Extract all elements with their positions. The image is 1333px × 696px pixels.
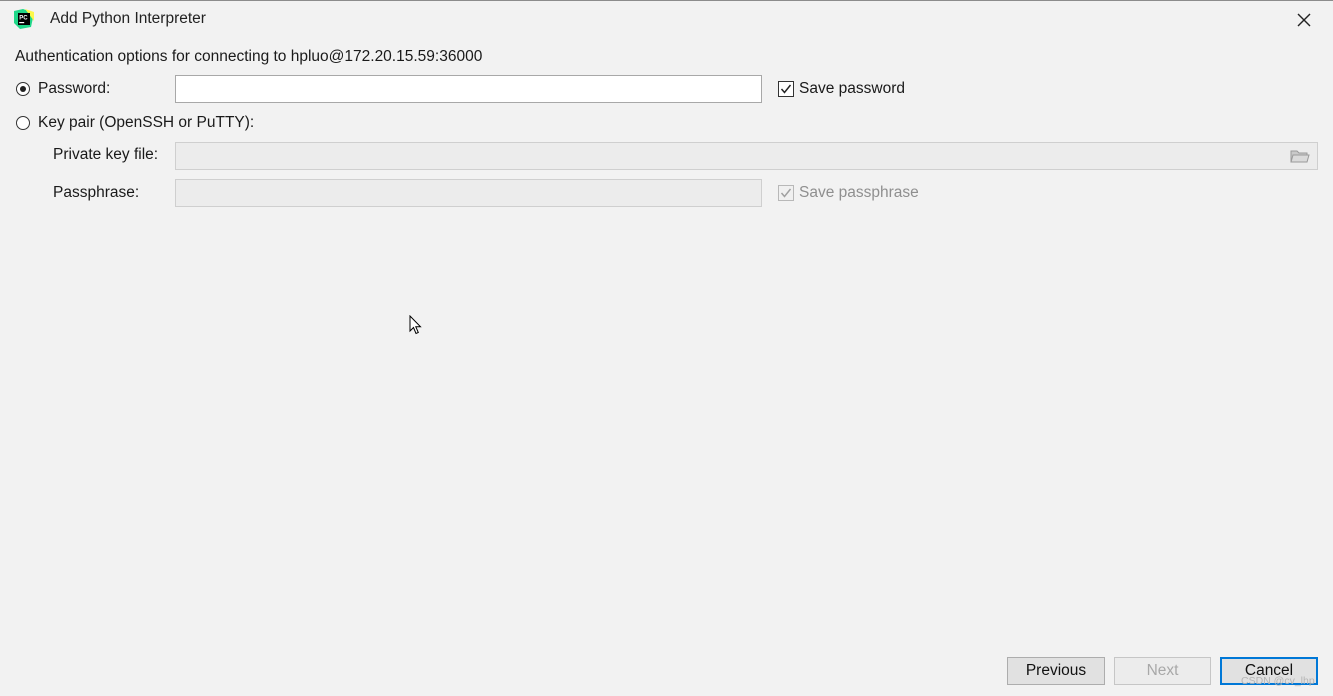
next-button[interactable]: Next <box>1114 657 1211 685</box>
title-bar: PC Add Python Interpreter <box>0 1 1333 37</box>
svg-text:PC: PC <box>19 16 28 22</box>
close-icon[interactable] <box>1294 10 1314 30</box>
passphrase-field[interactable] <box>175 179 762 207</box>
pycharm-logo-icon: PC <box>14 9 34 29</box>
password-label: Password: <box>38 80 111 97</box>
passphrase-label: Passphrase: <box>53 184 140 201</box>
private-key-label: Private key file: <box>53 146 159 163</box>
folder-icon[interactable] <box>1290 148 1310 164</box>
window-title: Add Python Interpreter <box>50 10 206 27</box>
auth-heading: Authentication options for connecting to… <box>15 48 483 65</box>
previous-button[interactable]: Previous <box>1007 657 1105 685</box>
keypair-radio[interactable] <box>16 116 30 130</box>
password-input[interactable] <box>176 76 761 102</box>
keypair-label: Key pair (OpenSSH or PuTTY): <box>38 114 255 131</box>
password-radio[interactable] <box>16 82 30 96</box>
mouse-pointer-icon <box>409 315 422 335</box>
save-password-checkbox[interactable] <box>778 81 794 97</box>
private-key-input[interactable] <box>176 143 1317 169</box>
passphrase-input[interactable] <box>176 180 761 206</box>
password-field[interactable] <box>175 75 762 103</box>
save-passphrase-label: Save passphrase <box>799 184 919 201</box>
save-passphrase-checkbox[interactable] <box>778 185 794 201</box>
watermark: CSDN @cv_lhp <box>1241 675 1315 687</box>
save-password-label: Save password <box>799 80 905 97</box>
private-key-field[interactable] <box>175 142 1318 170</box>
